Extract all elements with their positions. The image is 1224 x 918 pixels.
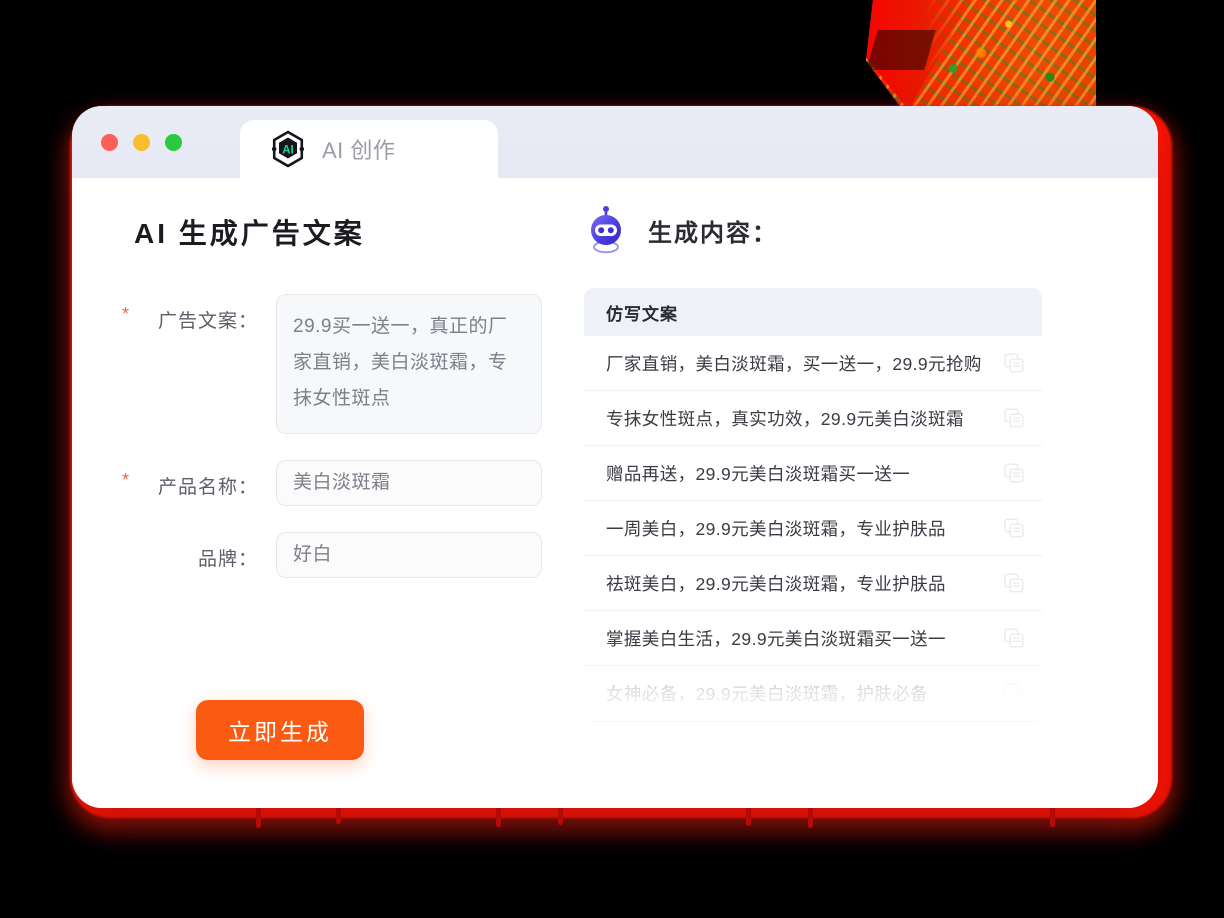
table-row[interactable]: 赠品再送，29.9元美白淡斑霜买一送一 [584,446,1042,501]
svg-text:AI: AI [282,144,294,156]
table-row[interactable]: 专抹女性斑点，真实功效，29.9元美白淡斑霜 [584,391,1042,446]
form-label-text: 产品名称： [157,477,258,498]
result-text: 专抹女性斑点，真实功效，29.9元美白淡斑霜 [606,408,964,429]
traffic-light-group [101,134,182,151]
table-row[interactable]: 女神必备，29.9元美白淡斑霜，护肤必备 [584,666,1042,721]
copy-icon[interactable] [1004,628,1024,648]
form-field-ad-copy: * 广告文案： 29.9买一送一，真正的厂家直销，美白淡斑霜，专抹女性斑点 [122,294,542,434]
result-text: 赠品再送，29.9元美白淡斑霜买一送一 [606,463,911,484]
form-field-product-name: * 产品名称： 美白淡斑霜 [122,460,542,506]
form-label-text: 品牌： [197,549,258,570]
window-content: AI 生成广告文案 * 广告文案： 29.9买一送一，真正的厂家直销，美白淡斑霜… [72,178,1158,808]
copy-icon[interactable] [1004,408,1024,428]
results-title: 生成内容： [648,219,778,247]
form-label-product-name: * 产品名称： [122,460,258,499]
close-button-icon[interactable] [101,134,118,151]
results-pane: 生成内容： 仿写文案 1 2 3 4 5 6 7 [542,178,1158,808]
required-asterisk-icon: * [122,470,131,490]
tab-ai-creation[interactable]: AI AI 创作 [240,120,498,178]
results-table-column-header: 仿写文案 [584,288,1042,336]
form-field-brand: 品牌： 好白 [134,532,542,578]
result-text: 掌握美白生活，29.9元美白淡斑霜买一送一 [606,628,946,649]
form-label-text: 广告文案： [157,311,258,332]
copy-icon[interactable] [1004,353,1024,373]
form-label-ad-copy: * 广告文案： [122,294,258,333]
table-row[interactable]: 一周美白，29.9元美白淡斑霜，专业护肤品 [584,501,1042,556]
page-title: AI 生成广告文案 [134,218,365,249]
result-text: 祛斑美白，29.9元美白淡斑霜，专业护肤品 [606,573,946,594]
results-header: 生成内容： [584,206,1158,254]
result-text: 厂家直销，美白淡斑霜，买一送一，29.9元抢购 [606,353,982,374]
results-table-body: 1 2 3 4 5 6 7 厂家直销，美白淡斑霜，买一送一，29.9元抢购 [584,336,1042,721]
ai-hexagon-icon: AI [268,129,308,169]
form-control-product-name: 美白淡斑霜 [276,460,542,506]
background-art-decoration [866,0,1096,110]
tab-label: AI 创作 [322,138,396,163]
results-table: 仿写文案 1 2 3 4 5 6 7 厂家直销，美白淡斑霜，买一送一， [584,288,1042,721]
result-text: 一周美白，29.9元美白淡斑霜，专业护肤品 [606,518,946,539]
form-label-brand: 品牌： [134,532,258,571]
form-control-ad-copy: 29.9买一送一，真正的厂家直销，美白淡斑霜，专抹女性斑点 [276,294,542,434]
copy-icon[interactable] [1004,463,1024,483]
copy-icon[interactable] [1004,518,1024,538]
required-asterisk-icon: * [122,304,131,324]
maximize-button-icon[interactable] [165,134,182,151]
brand-input[interactable]: 好白 [276,532,542,578]
form-pane: AI 生成广告文案 * 广告文案： 29.9买一送一，真正的厂家直销，美白淡斑霜… [72,178,542,808]
table-row[interactable]: 厂家直销，美白淡斑霜，买一送一，29.9元抢购 [584,336,1042,391]
product-name-input[interactable]: 美白淡斑霜 [276,460,542,506]
generate-button[interactable]: 立即生成 [196,700,364,760]
table-row[interactable]: 祛斑美白，29.9元美白淡斑霜，专业护肤品 [584,556,1042,611]
result-text: 女神必备，29.9元美白淡斑霜，护肤必备 [606,683,929,704]
app-window: AI AI 创作 AI 生成广告文案 * 广告文案： 29.9买一送一，真正的厂… [72,106,1158,808]
form-control-brand: 好白 [276,532,542,578]
copy-icon[interactable] [1004,573,1024,593]
robot-icon [584,206,628,254]
minimize-button-icon[interactable] [133,134,150,151]
ad-copy-textarea[interactable]: 29.9买一送一，真正的厂家直销，美白淡斑霜，专抹女性斑点 [276,294,542,434]
table-row[interactable]: 掌握美白生活，29.9元美白淡斑霜买一送一 [584,611,1042,666]
window-titlebar: AI AI 创作 [72,106,1158,178]
glow-drips [160,806,1180,846]
screenshot-root: AI AI 创作 AI 生成广告文案 * 广告文案： 29.9买一送一，真正的厂… [0,0,1224,918]
copy-icon[interactable] [1004,683,1024,703]
